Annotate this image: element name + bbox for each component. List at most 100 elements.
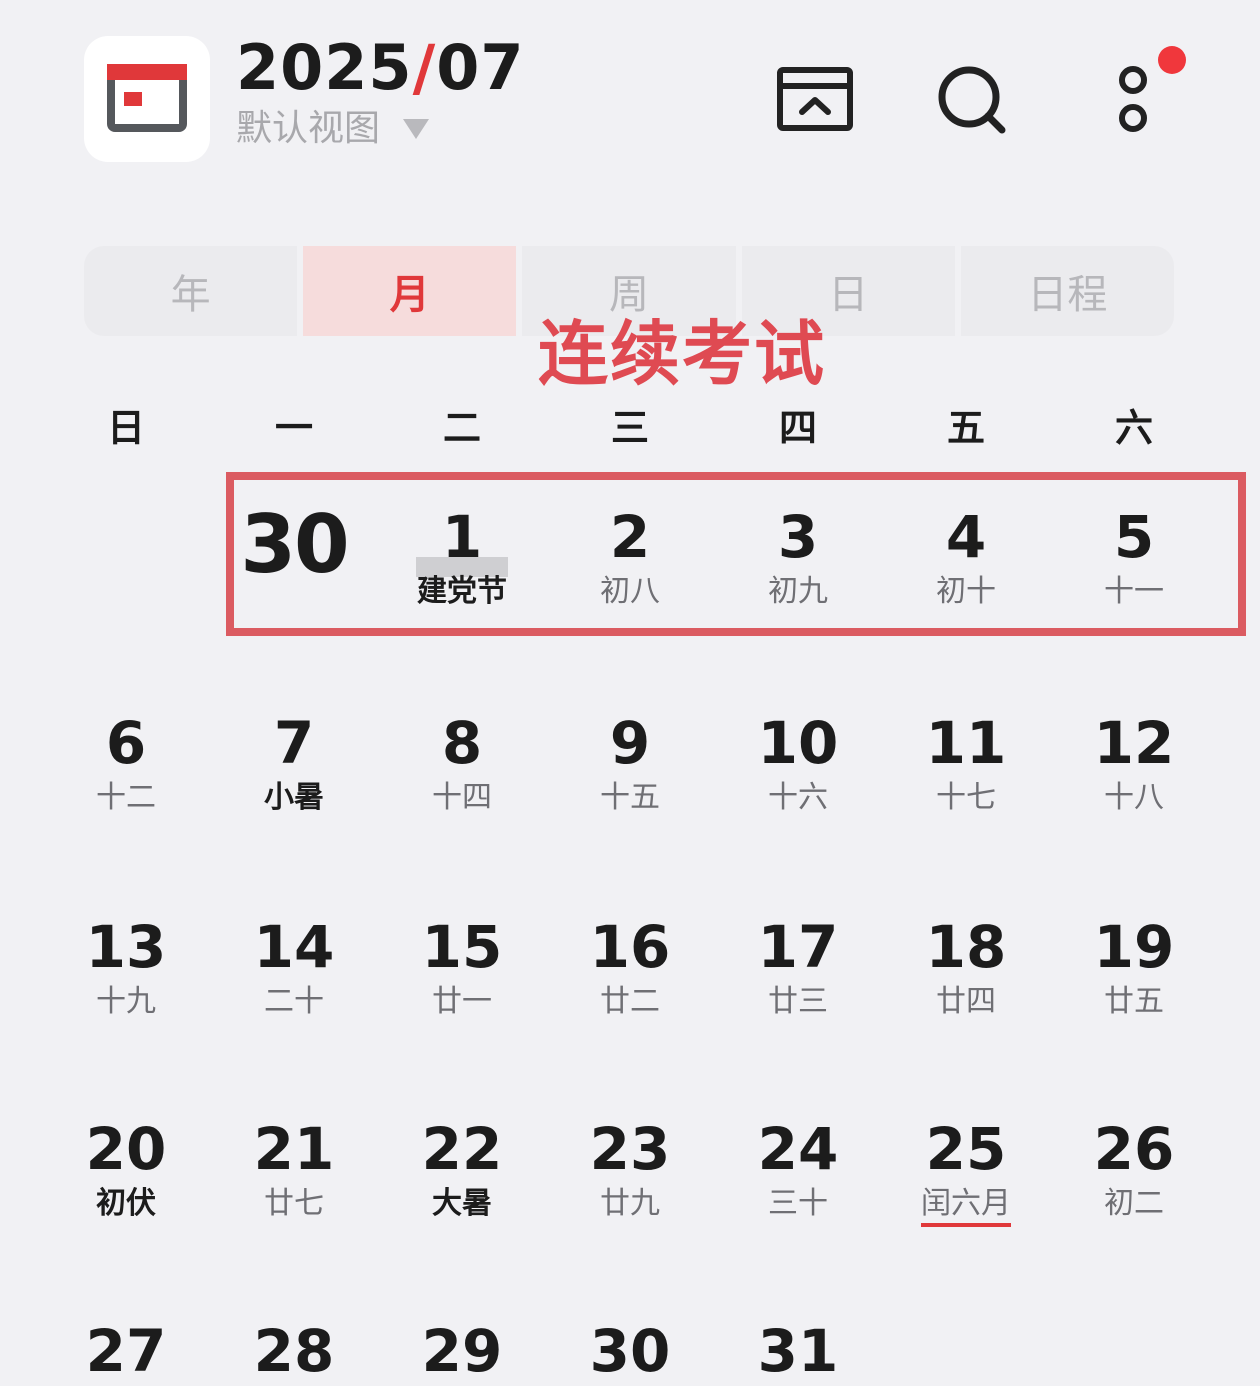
day-cell[interactable]: 1 建党节 xyxy=(378,502,546,612)
day-cell[interactable]: 7 小暑 xyxy=(210,708,378,818)
day-cell[interactable]: 9 十五 xyxy=(546,708,714,818)
day-cell[interactable]: 6 十二 xyxy=(42,708,210,818)
lunar-date-text: 三十 xyxy=(768,1186,828,1221)
lunar-date: 十四 xyxy=(378,778,546,818)
tab-year[interactable]: 年 xyxy=(84,246,298,336)
lunar-date: 小暑 xyxy=(210,778,378,818)
day-cell[interactable]: 20 初伏 xyxy=(42,1114,210,1224)
day-cell[interactable]: 29 xyxy=(378,1316,546,1386)
lunar-date: 初二 xyxy=(1050,1184,1218,1224)
lunar-date: 三十 xyxy=(714,1184,882,1224)
day-number: 30 xyxy=(589,1317,671,1385)
day-cell[interactable]: 5 十一 xyxy=(1050,502,1218,612)
day-number: 17 xyxy=(757,913,839,981)
day-cell[interactable]: 11 十七 xyxy=(882,708,1050,818)
day-cell[interactable]: 27 xyxy=(42,1316,210,1386)
day-number: 6 xyxy=(105,709,147,777)
lunar-date-text: 廿二 xyxy=(600,984,660,1019)
day-cell[interactable]: 10 十六 xyxy=(714,708,882,818)
day-cell[interactable]: 31 xyxy=(714,1316,882,1386)
lunar-date-text: 廿三 xyxy=(768,984,828,1019)
lunar-date: 大暑 xyxy=(378,1184,546,1224)
lunar-date-text: 初二 xyxy=(1104,1186,1164,1221)
day-cell[interactable]: 14 二十 xyxy=(210,912,378,1022)
day-number: 22 xyxy=(421,1115,503,1183)
weekday-header: 日 一 二 三 四 五 六 xyxy=(42,400,1218,460)
lunar-date-text: 闰六月 xyxy=(921,1186,1011,1227)
day-number: 23 xyxy=(589,1115,671,1183)
lunar-date-text: 十八 xyxy=(1104,780,1164,815)
view-selector[interactable]: 默认视图 xyxy=(236,106,431,153)
day-cell[interactable]: 28 xyxy=(210,1316,378,1386)
lunar-date: 十九 xyxy=(42,982,210,1022)
month-title[interactable]: 2025/07 xyxy=(236,30,525,106)
day-cell[interactable]: 21 廿七 xyxy=(210,1114,378,1224)
weekday-sun: 日 xyxy=(106,406,145,450)
tab-schedule[interactable]: 日程 xyxy=(960,246,1175,336)
day-cell[interactable]: 25 闰六月 xyxy=(882,1114,1050,1227)
day-number: 29 xyxy=(421,1317,503,1385)
day-cell[interactable]: 24 三十 xyxy=(714,1114,882,1224)
day-cell[interactable]: 15 廿一 xyxy=(378,912,546,1022)
day-cell[interactable]: 17 廿三 xyxy=(714,912,882,1022)
lunar-date: 十六 xyxy=(714,778,882,818)
lunar-date: 初八 xyxy=(546,572,714,612)
title-month: 07 xyxy=(436,31,525,104)
day-cell[interactable]: 23 廿九 xyxy=(546,1114,714,1224)
day-cell[interactable]: 30 xyxy=(210,502,378,588)
lunar-date-text: 廿九 xyxy=(600,1186,660,1221)
day-cell[interactable]: 26 初二 xyxy=(1050,1114,1218,1224)
more-icon[interactable] xyxy=(1110,42,1190,140)
lunar-date: 廿七 xyxy=(210,1184,378,1224)
day-cell[interactable]: 22 大暑 xyxy=(378,1114,546,1224)
lunar-date: 廿四 xyxy=(882,982,1050,1022)
lunar-date: 廿三 xyxy=(714,982,882,1022)
inbox-icon[interactable] xyxy=(776,66,854,136)
lunar-date: 廿一 xyxy=(378,982,546,1022)
title-separator: / xyxy=(412,31,437,104)
day-cell[interactable]: 4 初十 xyxy=(882,502,1050,612)
day-number: 3 xyxy=(777,503,819,571)
day-number: 15 xyxy=(421,913,503,981)
day-number: 9 xyxy=(609,709,651,777)
weekday-fri: 五 xyxy=(946,406,985,450)
lunar-date-text: 十九 xyxy=(96,984,156,1019)
lunar-date-text: 十二 xyxy=(96,780,156,815)
lunar-date: 廿二 xyxy=(546,982,714,1022)
day-number: 26 xyxy=(1093,1115,1175,1183)
day-cell[interactable]: 12 十八 xyxy=(1050,708,1218,818)
calendar-app-icon[interactable] xyxy=(84,36,210,162)
day-cell[interactable]: 8 十四 xyxy=(378,708,546,818)
lunar-date-text: 初十 xyxy=(936,574,996,609)
lunar-date-text: 二十 xyxy=(264,984,324,1019)
lunar-date: 初九 xyxy=(714,572,882,612)
day-cell[interactable]: 19 廿五 xyxy=(1050,912,1218,1022)
day-number: 1 xyxy=(441,503,483,571)
day-cell[interactable]: 18 廿四 xyxy=(882,912,1050,1022)
day-cell[interactable]: 3 初九 xyxy=(714,502,882,612)
lunar-date: 建党节 xyxy=(378,572,546,612)
lunar-date-text: 廿一 xyxy=(432,984,492,1019)
search-icon[interactable] xyxy=(936,64,1008,140)
day-number: 5 xyxy=(1113,503,1155,571)
tab-month[interactable]: 月 xyxy=(303,246,517,336)
day-cell[interactable]: 30 xyxy=(546,1316,714,1386)
lunar-date: 十五 xyxy=(546,778,714,818)
day-number: 30 xyxy=(240,498,349,591)
day-number: 7 xyxy=(273,709,315,777)
day-number: 11 xyxy=(925,709,1007,777)
day-cell[interactable]: 13 十九 xyxy=(42,912,210,1022)
weekday-thu: 四 xyxy=(778,406,817,450)
day-number: 10 xyxy=(757,709,839,777)
lunar-date: 廿五 xyxy=(1050,982,1218,1022)
lunar-date-text: 建党节 xyxy=(417,574,507,609)
day-number: 13 xyxy=(85,913,167,981)
day-cell[interactable]: 2 初八 xyxy=(546,502,714,612)
lunar-date-text: 十五 xyxy=(600,780,660,815)
lunar-date-text: 初九 xyxy=(768,574,828,609)
day-number: 4 xyxy=(945,503,987,571)
day-number: 21 xyxy=(253,1115,335,1183)
lunar-date-text: 十六 xyxy=(768,780,828,815)
lunar-date-text: 廿五 xyxy=(1104,984,1164,1019)
day-cell[interactable]: 16 廿二 xyxy=(546,912,714,1022)
